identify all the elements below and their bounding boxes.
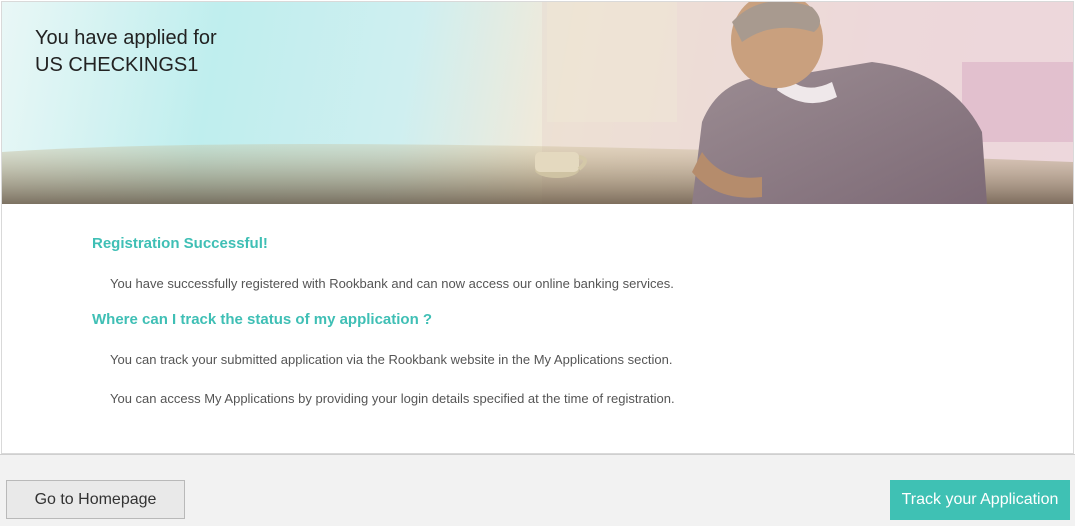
track-text-2: You can access My Applications by provid… (110, 391, 675, 406)
track-application-button[interactable]: Track your Application (890, 480, 1070, 520)
success-heading: Registration Successful! (92, 235, 268, 252)
go-to-homepage-button[interactable]: Go to Homepage (6, 480, 185, 519)
product-name: US CHECKINGS1 (35, 54, 199, 76)
confirmation-card: You have applied for US CHECKINGS1 Regis… (1, 1, 1074, 454)
footer-bar: Go to Homepage Track your Application (0, 454, 1075, 526)
track-text-1: You can track your submitted application… (110, 352, 673, 367)
application-title: You have applied for US CHECKINGS1 (35, 25, 217, 79)
success-text: You have successfully registered with Ro… (110, 276, 674, 291)
track-heading: Where can I track the status of my appli… (92, 311, 433, 328)
title-line-1: You have applied for (35, 27, 217, 49)
hero-banner: You have applied for US CHECKINGS1 (2, 2, 1073, 204)
